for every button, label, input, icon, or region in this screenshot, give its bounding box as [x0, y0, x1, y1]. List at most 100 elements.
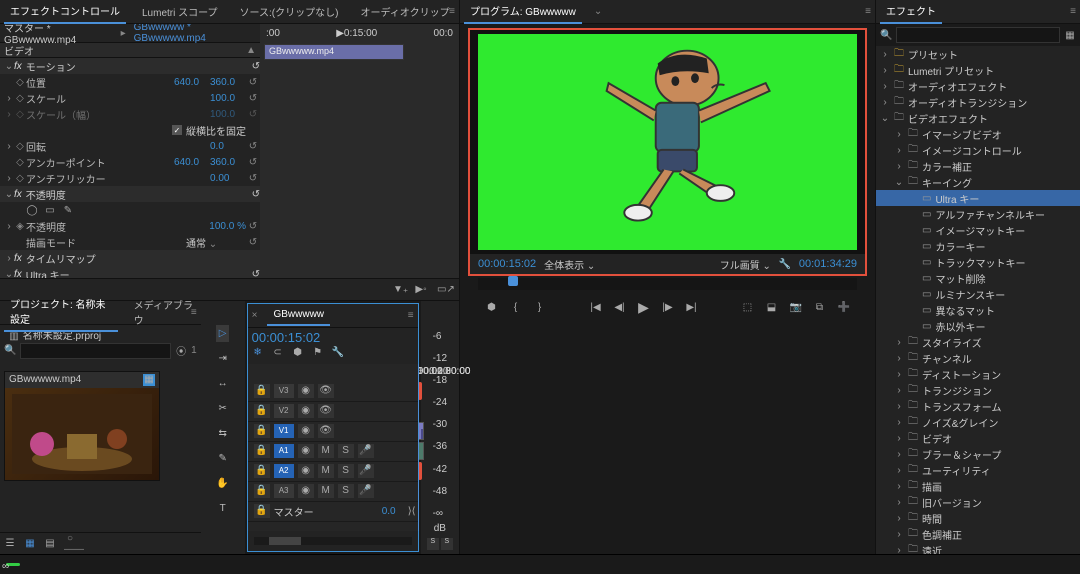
mark-out-icon[interactable]: }	[534, 302, 546, 313]
position-y[interactable]: 360.0	[210, 77, 246, 88]
bin-item[interactable]: GBwwwww.mp4 ▦	[4, 371, 160, 481]
twirl-icon[interactable]: ›	[894, 385, 904, 396]
breadcrumb-clip[interactable]: GBwwwww * GBwwwww.mp4	[134, 24, 256, 44]
step-back-icon[interactable]: ◀|	[614, 302, 626, 313]
fx-item-blurSharp[interactable]: ›🗀ブラー＆シャープ	[876, 446, 1080, 462]
twirl-icon[interactable]: ›	[894, 465, 904, 476]
slip-tool-icon[interactable]: ⇆	[215, 425, 229, 442]
twirl-icon[interactable]: ›	[894, 449, 904, 460]
track-solo-button[interactable]: S	[338, 444, 354, 458]
ripple-tool-icon[interactable]: ↔	[215, 375, 231, 392]
track-output-icon[interactable]: ◉	[298, 424, 314, 438]
reset-icon[interactable]: ↺	[252, 269, 260, 278]
icon-view-icon[interactable]: ▦	[24, 538, 36, 549]
bin-thumbnail[interactable]	[5, 388, 159, 480]
timeline-playhead[interactable]	[418, 364, 419, 532]
fx-item-luminKey[interactable]: ▭ルミナンスキー	[876, 286, 1080, 302]
twirl-icon[interactable]: ›	[894, 353, 904, 364]
lift-icon[interactable]: ⬚	[742, 302, 754, 313]
twirl-icon[interactable]: ›	[894, 529, 904, 540]
fx-item-imgMatteKey[interactable]: ▭イメージマットキー	[876, 222, 1080, 238]
solo-l-button[interactable]: S	[427, 538, 439, 550]
wrench-icon[interactable]: 🔧	[779, 259, 791, 270]
stopwatch-icon[interactable]: ◇	[14, 93, 26, 104]
linked-selection-icon[interactable]: ⊂	[272, 347, 284, 358]
panel-menu-icon[interactable]: ≡	[1070, 6, 1076, 17]
wrench-icon[interactable]: 🔧	[332, 347, 344, 358]
extract-icon[interactable]: ⬓	[766, 302, 778, 313]
stopwatch-icon[interactable]: ◇	[14, 77, 26, 88]
twirl-icon[interactable]: ›	[894, 513, 904, 524]
fx-item-noiseGrain[interactable]: ›🗀ノイズ&グレイン	[876, 414, 1080, 430]
fx-item-presets[interactable]: ›🗀プリセット	[876, 46, 1080, 62]
settings-icon[interactable]: ▭↗	[437, 284, 449, 295]
tab-effect-controls[interactable]: エフェクトコントロール	[4, 0, 126, 24]
fx-item-utility[interactable]: ›🗀ユーティリティ	[876, 462, 1080, 478]
twirl-icon[interactable]: ›	[4, 253, 14, 264]
track-mute-button[interactable]: M	[318, 444, 334, 458]
track-mute-button[interactable]: M	[318, 464, 334, 478]
fx-item-lumetri[interactable]: ›🗀Lumetri プリセット	[876, 62, 1080, 78]
step-forward-icon[interactable]: |▶	[662, 302, 674, 313]
opacity-value[interactable]: 100.0 %	[209, 221, 246, 232]
fx-badge-icon[interactable]: fx	[14, 269, 22, 278]
twirl-icon[interactable]: ›	[894, 129, 904, 140]
project-search-input[interactable]	[20, 343, 171, 359]
effects-search-input[interactable]	[896, 27, 1060, 43]
freeform-view-icon[interactable]: ▤	[44, 538, 56, 549]
fx-item-stylize[interactable]: ›🗀スタイライズ	[876, 334, 1080, 350]
track-output-icon[interactable]: ◉	[298, 484, 314, 498]
track-v1-label[interactable]: V1	[274, 424, 294, 438]
track-solo-button[interactable]: S	[338, 464, 354, 478]
track-lock-icon[interactable]: 🔒	[254, 404, 270, 418]
reset-icon[interactable]: ↺	[246, 173, 260, 184]
go-to-out-icon[interactable]: ▶|	[686, 302, 698, 313]
fx-item-colorCorr2[interactable]: ›🗀色調補正	[876, 526, 1080, 542]
fx-item-audioTr[interactable]: ›🗀オーディオトランジション	[876, 94, 1080, 110]
twirl-icon[interactable]: ⌄	[4, 189, 14, 200]
razor-tool-icon[interactable]: ✂	[215, 400, 229, 417]
tab-effects[interactable]: エフェクト	[880, 0, 942, 24]
fx-item-keying[interactable]: ⌄🗀キーイング	[876, 174, 1080, 190]
ec-ruler[interactable]: :00▶0:15:0000:0	[260, 28, 459, 39]
anchor-y[interactable]: 360.0	[210, 157, 246, 168]
track-lock-icon[interactable]: 🔒	[254, 444, 270, 458]
anchor-x[interactable]: 640.0	[174, 157, 210, 168]
list-view-icon[interactable]: ☰	[4, 538, 16, 549]
settings-icon[interactable]: ⚑	[312, 347, 324, 358]
twirl-icon[interactable]: ⌄	[4, 61, 14, 72]
fx-item-immersive[interactable]: ›🗀イマーシブビデオ	[876, 126, 1080, 142]
fx-item-legacy[interactable]: ›🗀旧バージョン	[876, 494, 1080, 510]
timeline-tab[interactable]: GBwwwww	[267, 305, 330, 326]
twirl-icon[interactable]: ›	[880, 97, 890, 108]
track-a3-label[interactable]: A3	[274, 484, 294, 498]
track-eye-icon[interactable]: 👁	[318, 384, 334, 398]
group-motion[interactable]: モーション	[26, 59, 252, 74]
chevron-icon[interactable]: ⟩⟨	[406, 506, 418, 517]
reset-icon[interactable]: ↺	[246, 157, 260, 168]
ellipse-mask-icon[interactable]: ◯	[26, 205, 38, 216]
twirl-icon[interactable]: ›	[894, 417, 904, 428]
twirl-icon[interactable]: ›	[880, 81, 890, 92]
twirl-icon[interactable]: ⌄	[894, 177, 904, 188]
tab-program[interactable]: プログラム: GBwwwww	[464, 0, 582, 24]
snap-icon[interactable]: ❄	[252, 347, 264, 358]
program-scrubber[interactable]	[478, 278, 857, 290]
rect-mask-icon[interactable]: ▭	[44, 205, 56, 216]
stopwatch-icon[interactable]: ◇	[14, 157, 26, 168]
fx-item-perspective[interactable]: ›🗀遠近	[876, 542, 1080, 554]
twirl-icon[interactable]: ›	[894, 497, 904, 508]
scale-value[interactable]: 100.0	[210, 93, 246, 104]
twirl-icon[interactable]: ⌄	[880, 113, 890, 124]
track-lock-icon[interactable]: 🔒	[254, 384, 270, 398]
filter-icon[interactable]: ▼₊	[393, 284, 405, 295]
mark-in-icon[interactable]: {	[510, 302, 522, 313]
fx-item-matteRemove[interactable]: ▭マット削除	[876, 270, 1080, 286]
comparison-icon[interactable]: ⧉	[814, 302, 826, 313]
twirl-icon[interactable]: ›	[894, 401, 904, 412]
track-record-icon[interactable]: 🎤	[358, 444, 374, 458]
reset-icon[interactable]: ↺	[246, 77, 260, 88]
reset-icon[interactable]: ↺	[252, 189, 260, 200]
fx-badge-icon[interactable]: fx	[14, 189, 22, 200]
play-icon[interactable]: ▶	[638, 299, 650, 316]
